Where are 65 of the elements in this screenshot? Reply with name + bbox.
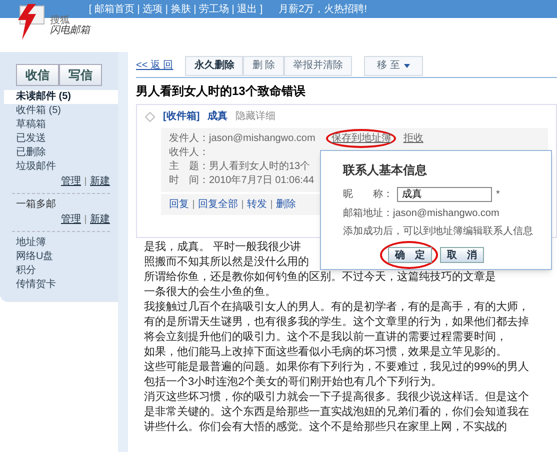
mail-button[interactable]: 收信 <box>16 64 59 86</box>
body-line: 包括一个3小时连泡2个美女的哥们刚开始也有几个下列行为。 <box>144 375 442 390</box>
folder-tag[interactable]: [收件箱] <box>163 109 200 124</box>
field-label: 时 间： <box>169 174 209 188</box>
folder-item[interactable]: 垃圾邮件 <box>4 160 118 174</box>
field-value: 2010年7月7日 01:06:44 <box>209 174 314 188</box>
folder-item[interactable]: 未读邮件 (5) <box>4 90 118 104</box>
dialog-title: 联系人基本信息 <box>343 162 428 179</box>
toolbar-button[interactable]: 删 除 <box>243 56 284 76</box>
nickname-label: 昵 称： <box>343 188 393 202</box>
body-line: 消灭这些坏习惯，你的吸引力就会一下子提高很多。我很少说这样话。但是这个 <box>144 390 529 405</box>
new-link[interactable]: 新建 <box>90 212 110 227</box>
logo-text: 闪电邮箱 <box>50 26 90 36</box>
hide-details-link[interactable]: 隐藏详细 <box>236 109 276 124</box>
body-line: 如果，他们能马上改掉下面这些看似小毛病的坏习惯，效果是立竿见影的。 <box>144 345 507 360</box>
tool-item[interactable]: 积分 <box>4 264 118 278</box>
folder-item[interactable]: 草稿箱 <box>4 118 118 132</box>
sender-name[interactable]: 成真 <box>208 109 228 124</box>
save-to-address-book-link[interactable]: 保存到地址簿 <box>331 133 392 144</box>
body-line: 一条很大的会生小鱼的鱼。 <box>144 285 276 300</box>
tool-item[interactable]: 传情贺卡 <box>4 278 118 292</box>
required-mark: * <box>496 188 500 202</box>
tool-item[interactable]: 地址簿 <box>4 236 118 250</box>
body-line: 是非常关键的。这个东西是给那些一直实战泡妞的兄弟们看的，你们会知道我在 <box>144 405 529 420</box>
new-link[interactable]: 新建 <box>90 174 110 189</box>
email-text: 邮箱地址：jason@mishangwo.com <box>343 206 500 221</box>
promo-text: 月薪2万，火热招聘! <box>278 2 367 16</box>
nickname-field[interactable]: 成真 <box>397 187 492 202</box>
manage-link[interactable]: 管理 <box>61 174 81 189</box>
folder-item[interactable]: 已发送 <box>4 132 118 146</box>
tool-item[interactable]: 网络U盘 <box>4 250 118 264</box>
mail-action-link[interactable]: 回复 <box>169 197 189 212</box>
body-line: 这些可能是最普遍的问题。如果你有下列行为，不要难过，我见过的99%的男人 <box>144 360 530 375</box>
mail-action-link[interactable]: 删除 <box>276 197 296 212</box>
folder-item[interactable]: 收件箱 (5) <box>4 104 118 118</box>
folder-item[interactable]: 已删除 <box>4 146 118 160</box>
logo-small-text: 搜狐 <box>50 16 70 26</box>
mail-action-link[interactable]: 回复全部 <box>198 197 238 212</box>
field-label: 主 题： <box>169 160 209 174</box>
body-line: 讲些什么。你们会有大悟的感觉。这个不是给那些只在家里上网，不实战的 <box>144 420 507 435</box>
body-line: 照搬而不知其所以然是没什么用的 <box>144 255 309 270</box>
body-line: 是我，成真。 平时一般我很少讲 <box>144 240 302 255</box>
star-icon[interactable] <box>145 112 155 122</box>
highlight-circle <box>326 129 396 148</box>
mail-title: 男人看到女人时的13个致命错误 <box>136 83 306 100</box>
field-value: jason@mishangwo.com <box>209 132 316 146</box>
manage-link[interactable]: 管理 <box>61 212 81 227</box>
body-line: 我接触过几百个在搞吸引女人的男人。有的是初学者，有的是高手，有的大师， <box>144 300 529 315</box>
body-line: 将会立刻提升他们的吸引力。这个不是我以前一直讲的需要过程需要时间， <box>144 330 507 345</box>
mail-button[interactable]: 写信 <box>59 64 102 86</box>
reject-link[interactable]: 拒收 <box>403 132 424 146</box>
multi-mailbox-item[interactable]: 一箱多邮 <box>4 198 118 212</box>
body-line: 所谓给你鱼，还是教你如何钓鱼的区别。不过今天，这篇纯技巧的文章是 <box>144 270 496 285</box>
back-link[interactable]: << 返 回 <box>136 58 174 73</box>
body-line: 有的是所谓天生谜男，也有很多我的学生。这个文章里的行为，如果他们都去掉 <box>144 315 529 330</box>
move-button[interactable]: 移 至 <box>364 56 423 76</box>
cancel-button[interactable]: 取 消 <box>440 247 484 263</box>
field-label: 收件人： <box>169 146 209 160</box>
caret-icon <box>404 64 410 68</box>
confirm-button[interactable]: 确 定 <box>388 247 432 263</box>
toolbar-button[interactable]: 举报并清除 <box>284 56 352 76</box>
mail-action-link[interactable]: 转发 <box>247 197 267 212</box>
field-value: 男人看到女人时的13个 <box>209 160 310 174</box>
field-label: 发件人： <box>169 132 209 146</box>
toolbar-button[interactable]: 永久删除 <box>185 56 244 76</box>
